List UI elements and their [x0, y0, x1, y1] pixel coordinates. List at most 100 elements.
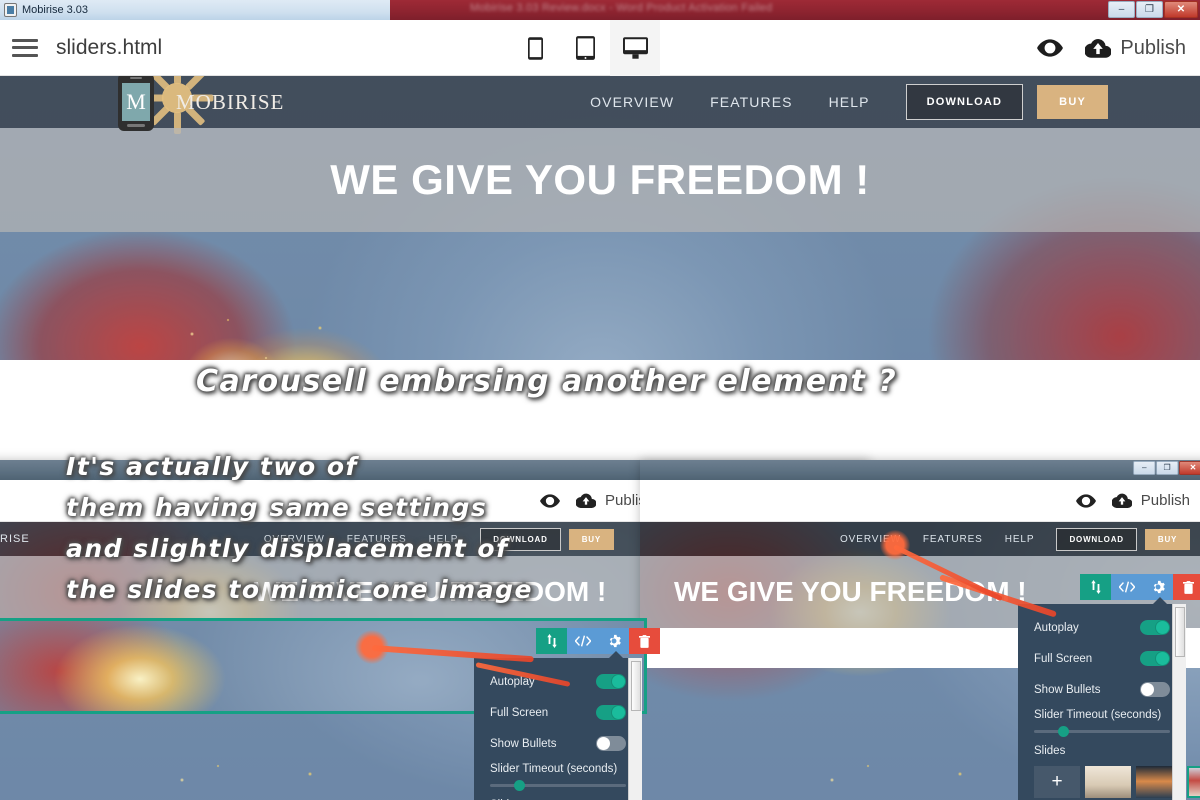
- hero-title: WE GIVE YOU FREEDOM !: [330, 156, 870, 203]
- inset-buy-button[interactable]: BUY: [568, 528, 614, 550]
- setting-autoplay[interactable]: Autoplay: [474, 670, 642, 693]
- os-titlebar: Mobirise 3.03 Mobirise 3.03 Review.docx …: [0, 0, 1200, 20]
- setting-show-bullets[interactable]: Show Bullets: [474, 732, 642, 755]
- hero-banner: WE GIVE YOU FREEDOM !: [0, 128, 1200, 232]
- setting-show-bullets-label: Show Bullets: [490, 737, 557, 750]
- inset-right-tools-right[interactable]: Publish: [1075, 492, 1190, 509]
- device-preview-group[interactable]: [510, 20, 660, 76]
- setting-full-screen-label: Full Screen: [490, 706, 549, 719]
- document-title: Mobirise 3.03 Review.docx - Word Product…: [470, 2, 773, 14]
- setting-show-bullets[interactable]: Show Bullets: [1018, 678, 1186, 701]
- minimize-button[interactable]: –: [1133, 461, 1156, 475]
- move-updown-icon[interactable]: [536, 628, 567, 654]
- full-screen-toggle[interactable]: [1140, 651, 1170, 666]
- inset-menu-right: OVERVIEW FEATURES HELP DOWNLOAD BUY: [840, 527, 1191, 551]
- buy-button[interactable]: BUY: [1037, 85, 1108, 119]
- inset-publish-button-right[interactable]: Publish: [1111, 492, 1190, 509]
- download-button[interactable]: DOWNLOAD: [905, 84, 1024, 120]
- menu-item-features[interactable]: FEATURES: [710, 94, 792, 110]
- screen: M MOBIRISE OVERVIEW FEATURES HELP DOWNLO…: [0, 0, 1200, 800]
- setting-show-bullets-label: Show Bullets: [1034, 683, 1101, 696]
- inset-menu-item-features[interactable]: FEATURES: [923, 534, 983, 545]
- hamburger-menu-button[interactable]: [12, 38, 38, 57]
- tablet-preview-button[interactable]: [560, 20, 610, 76]
- setting-slider-timeout-label: Slider Timeout (seconds): [490, 763, 618, 775]
- inset-window-controls-right[interactable]: – ❐ ✕: [1133, 461, 1200, 475]
- desktop-icon: [622, 37, 648, 59]
- autoplay-toggle[interactable]: [1140, 620, 1170, 635]
- full-screen-toggle[interactable]: [596, 705, 626, 720]
- app-toolbar: sliders.html Publish: [0, 20, 1200, 76]
- annotation-line-4: the slides to mimic one image: [66, 575, 533, 604]
- close-button[interactable]: ✕: [1164, 1, 1198, 18]
- setting-slides-label: Slides: [1034, 745, 1066, 757]
- trash-icon[interactable]: [1173, 574, 1200, 600]
- minimize-button[interactable]: –: [1108, 1, 1135, 18]
- tablet-icon: [575, 36, 595, 60]
- setting-full-screen[interactable]: Full Screen: [1018, 647, 1186, 670]
- cloud-upload-icon: [576, 493, 596, 508]
- page-title: sliders.html: [56, 35, 163, 59]
- code-brackets-icon[interactable]: [1111, 574, 1142, 600]
- cloud-upload-icon: [1085, 39, 1112, 58]
- autoplay-toggle[interactable]: [596, 674, 626, 689]
- annotation-question: Carousell embrsing another element ?: [196, 364, 898, 399]
- inset-menu-item-overview[interactable]: OVERVIEW: [840, 534, 901, 545]
- desktop-preview-button[interactable]: [610, 20, 660, 76]
- menu-item-help[interactable]: HELP: [829, 94, 870, 110]
- add-slide-button[interactable]: +: [1034, 766, 1080, 798]
- settings-vertical-scrollbar[interactable]: [628, 658, 642, 800]
- app-right-tools[interactable]: Publish: [1037, 20, 1186, 76]
- show-bullets-toggle[interactable]: [596, 736, 626, 751]
- settings-vertical-scrollbar[interactable]: [1172, 604, 1186, 800]
- eye-icon[interactable]: [540, 493, 560, 508]
- inset-menu-item-help[interactable]: HELP: [1005, 534, 1035, 545]
- slider-settings-panel-right[interactable]: Autoplay Full Screen Show Bullets Slider…: [1018, 597, 1200, 800]
- move-updown-icon[interactable]: [1080, 574, 1111, 600]
- show-bullets-toggle[interactable]: [1140, 682, 1170, 697]
- slider-timeout-range[interactable]: [1034, 726, 1170, 737]
- eye-icon[interactable]: [1037, 39, 1064, 57]
- setting-autoplay-label: Autoplay: [490, 675, 535, 688]
- site-logo[interactable]: M MOBIRISE: [118, 76, 285, 134]
- slide-thumbnail[interactable]: [1085, 766, 1131, 798]
- block-toolbar-right[interactable]: [1080, 574, 1200, 600]
- maximize-button[interactable]: ❐: [1136, 1, 1163, 18]
- annotation-line-2: them having same settings: [66, 493, 488, 522]
- inset-download-button[interactable]: DOWNLOAD: [1056, 527, 1137, 551]
- app-icon: [4, 3, 17, 17]
- publish-label: Publish: [1120, 36, 1186, 59]
- slides-thumbnails[interactable]: +: [1018, 766, 1200, 800]
- inset-buy-button[interactable]: BUY: [1144, 528, 1191, 550]
- setting-autoplay[interactable]: Autoplay: [1018, 616, 1186, 639]
- app-titlebar-left: Mobirise 3.03: [0, 0, 390, 20]
- slider-settings-panel-middle[interactable]: Autoplay Full Screen Show Bullets Slider…: [474, 651, 642, 800]
- setting-full-screen[interactable]: Full Screen: [474, 701, 642, 724]
- setting-autoplay-label: Autoplay: [1034, 621, 1079, 634]
- site-menu: OVERVIEW FEATURES HELP DOWNLOAD BUY: [590, 84, 1108, 120]
- inset-right-tools-middle[interactable]: Publish: [540, 492, 654, 509]
- inset-hero-title-right: WE GIVE YOU FREEDOM !: [674, 576, 1027, 607]
- setting-slider-timeout-label: Slider Timeout (seconds): [1034, 709, 1162, 721]
- site-navbar: M MOBIRISE OVERVIEW FEATURES HELP DOWNLO…: [0, 76, 1200, 134]
- trash-icon[interactable]: [629, 628, 660, 654]
- phone-icon: [527, 36, 543, 60]
- inset-publish-label-right: Publish: [1140, 492, 1190, 509]
- mobile-preview-button[interactable]: [510, 20, 560, 76]
- maximize-button[interactable]: ❐: [1156, 461, 1179, 475]
- menu-item-overview[interactable]: OVERVIEW: [590, 94, 674, 110]
- close-button[interactable]: ✕: [1179, 461, 1200, 475]
- eye-icon[interactable]: [1075, 493, 1096, 508]
- inset-titlebar-right: – ❐ ✕: [640, 460, 1200, 480]
- slide-thumbnail[interactable]: [1187, 766, 1200, 798]
- code-brackets-icon[interactable]: [567, 628, 598, 654]
- brand-name: MOBIRISE: [176, 89, 285, 114]
- setting-full-screen-label: Full Screen: [1034, 652, 1093, 665]
- publish-button[interactable]: Publish: [1085, 37, 1186, 60]
- window-controls[interactable]: – ❐ ✕: [1108, 1, 1198, 18]
- slider-timeout-range[interactable]: [490, 780, 626, 791]
- block-toolbar-middle[interactable]: [536, 628, 660, 654]
- app-title: Mobirise 3.03: [22, 4, 89, 16]
- phone-logo-icon: M: [118, 76, 154, 131]
- inset-toolbar-right: Publish: [640, 480, 1200, 522]
